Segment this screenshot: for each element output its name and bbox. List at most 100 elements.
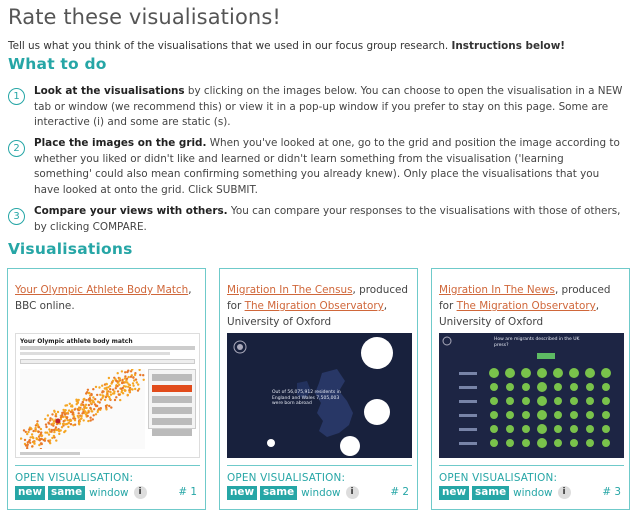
scatter-dot: [110, 382, 113, 385]
scatter-dot: [90, 410, 93, 413]
row-label: [459, 386, 477, 389]
visualisation-card-2: Migration In The Census, produced for Th…: [219, 268, 418, 510]
scatter-dot: [128, 384, 132, 387]
scatter-dot: [61, 422, 65, 426]
visualisation-thumbnail-2[interactable]: Out of 56,075,912 residents in England a…: [227, 333, 412, 458]
scatter-dot: [92, 388, 95, 391]
info-icon[interactable]: i: [133, 486, 147, 499]
grid-dot: [570, 439, 578, 447]
open-same-window-button-3[interactable]: same: [472, 486, 510, 500]
grid-dot: [490, 439, 498, 447]
scatter-dot: [55, 439, 58, 442]
scatter-dot: [89, 419, 92, 422]
visualisation-thumbnail-1[interactable]: Your Olympic athlete body match: [15, 333, 200, 458]
grid-dot: [506, 397, 514, 405]
producer-link-3[interactable]: The Migration Observatory: [457, 300, 596, 312]
step-text-2: Place the images on the grid. When you'v…: [34, 136, 624, 198]
scatter-dot: [67, 409, 71, 412]
scatter-dot: [78, 420, 82, 423]
scatter-dot: [119, 398, 122, 402]
grid-dot: [537, 382, 547, 392]
visualisation-link-1[interactable]: Your Olympic Athlete Body Match: [15, 284, 188, 296]
intro-text: Tell us what you think of the visualisat…: [8, 40, 565, 52]
scatter-dot: [95, 404, 99, 408]
grid-dot: [554, 411, 562, 419]
scatter-dot: [69, 419, 72, 422]
row-label: [459, 414, 477, 417]
grid-dot: [585, 368, 595, 378]
visualisation-link-3[interactable]: Migration In The News: [439, 284, 555, 296]
scatter-dot: [69, 405, 73, 408]
open-new-window-button-2[interactable]: new: [227, 486, 258, 500]
scatter-dot: [89, 406, 92, 410]
open-same-window-button-2[interactable]: same: [260, 486, 298, 500]
scatter-dot: [129, 375, 133, 378]
scatter-dot: [99, 398, 103, 401]
visualisation-thumbnail-3[interactable]: How are migrants described in the UK pre…: [439, 333, 624, 458]
scatter-dot: [101, 394, 104, 397]
scatter-dot: [128, 390, 131, 394]
card-separator: [439, 465, 624, 466]
scatter-dot: [123, 389, 127, 392]
visualisation-link-2[interactable]: Migration In The Census: [227, 284, 353, 296]
grid-dot: [537, 396, 547, 406]
scatter-dot: [135, 381, 138, 384]
grid-dot: [602, 397, 610, 405]
scatter-dot: [109, 388, 112, 391]
scatter-dot: [92, 401, 96, 404]
open-same-window-button-1[interactable]: same: [48, 486, 86, 500]
info-icon[interactable]: i: [345, 486, 359, 499]
scatter-dot: [89, 402, 93, 405]
scatter-dot: [33, 441, 36, 444]
grid-dot: [537, 368, 547, 378]
scatter-dot: [117, 393, 121, 396]
grid-dot: [522, 439, 530, 447]
scatter-dot: [129, 388, 132, 391]
thumbnail-results-panel: [148, 369, 196, 436]
scatter-plot-thumbnail: [20, 369, 145, 449]
scatter-dot: [121, 378, 124, 382]
scatter-dot: [107, 376, 111, 380]
scatter-dot: [58, 432, 61, 436]
grid-dot: [570, 383, 578, 391]
scatter-dot: [78, 423, 81, 426]
scatter-dot: [108, 404, 111, 408]
row-label: [459, 372, 477, 375]
thumbnail-subtitle-bar: [20, 346, 195, 350]
scatter-dot: [127, 369, 130, 372]
grid-dot: [602, 411, 610, 419]
scatter-dot: [52, 434, 56, 438]
scatter-dot: [110, 406, 113, 409]
scatter-dot: [116, 390, 120, 393]
step-text-3: Compare your views with others. You can …: [34, 204, 624, 235]
scatter-dot: [122, 385, 126, 388]
open-new-window-button-1[interactable]: new: [15, 486, 46, 500]
grid-dot: [490, 411, 498, 419]
open-buttons-3: new same window i: [439, 486, 571, 500]
grid-dot: [554, 397, 562, 405]
grid-dot: [522, 425, 530, 433]
scatter-dot: [115, 396, 118, 399]
scatter-dot: [114, 378, 117, 381]
grid-dot: [586, 411, 594, 419]
scatter-dot: [50, 430, 53, 433]
grid-dot: [522, 411, 530, 419]
card-caption-mid-1: ,: [188, 284, 192, 296]
grid-dot: [506, 439, 514, 447]
step-3: 3 Compare your views with others. You ca…: [8, 204, 632, 236]
scatter-dot: [120, 387, 123, 390]
scatter-dot: [52, 428, 56, 432]
open-new-window-button-3[interactable]: new: [439, 486, 470, 500]
info-icon[interactable]: i: [557, 486, 571, 499]
scatter-dot: [26, 444, 29, 448]
visualisation-card-3: Migration In The News, produced for The …: [431, 268, 630, 510]
producer-link-2[interactable]: The Migration Observatory: [245, 300, 384, 312]
scatter-dot: [34, 429, 37, 433]
thumbnail-title-1: Your Olympic athlete body match: [20, 338, 133, 345]
scatter-dot: [73, 408, 76, 411]
scatter-dot: [123, 377, 127, 380]
scatter-dot: [53, 430, 56, 434]
scatter-dot: [137, 383, 140, 386]
grid-dot: [586, 383, 594, 391]
scatter-dot: [28, 428, 31, 431]
